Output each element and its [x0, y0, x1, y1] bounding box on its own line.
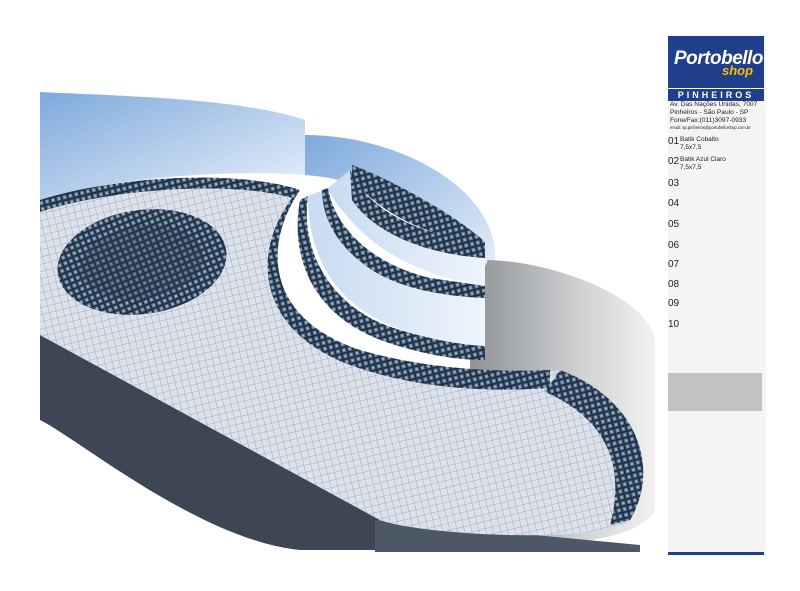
address-email: email: sp.pinheiros@portobelloshop.com.b…: [670, 125, 751, 130]
legend-panel: Portobello shop PINHEIROS Av. Das Nações…: [668, 36, 766, 556]
tile-number: 06: [668, 240, 680, 251]
address-line-3: Fone/Fax:(011)3097-0933: [670, 117, 747, 124]
tile-number: 04: [668, 198, 680, 209]
tile-label: Batik Azul Claro 7,5x7,5: [680, 156, 726, 171]
store-address: Av. Das Nações Unidas, 7007 Pinheiros - …: [670, 101, 765, 131]
tile-number: 10: [668, 319, 680, 330]
tile-number: 02: [668, 156, 680, 167]
tile-number: 05: [668, 219, 680, 230]
address-line-1: Av. Das Nações Unidas, 7007: [670, 101, 758, 108]
brand-sub: shop: [722, 63, 754, 78]
tile-number: 08: [668, 279, 680, 290]
tile-label: Batik Cobalto 7,5x7,5: [680, 136, 719, 151]
brand-logo: Portobello shop: [668, 36, 764, 88]
room-render: [40, 92, 655, 552]
tile-number: 09: [668, 298, 680, 309]
color-swatch: [668, 373, 762, 411]
tile-number: 03: [668, 178, 680, 189]
tile-number: 07: [668, 259, 680, 270]
tile-number: 01: [668, 136, 680, 147]
address-line-2: Pinheiros - São Paulo - SP: [670, 109, 749, 116]
store-name: PINHEIROS: [668, 88, 764, 101]
footer-divider: [668, 552, 764, 555]
